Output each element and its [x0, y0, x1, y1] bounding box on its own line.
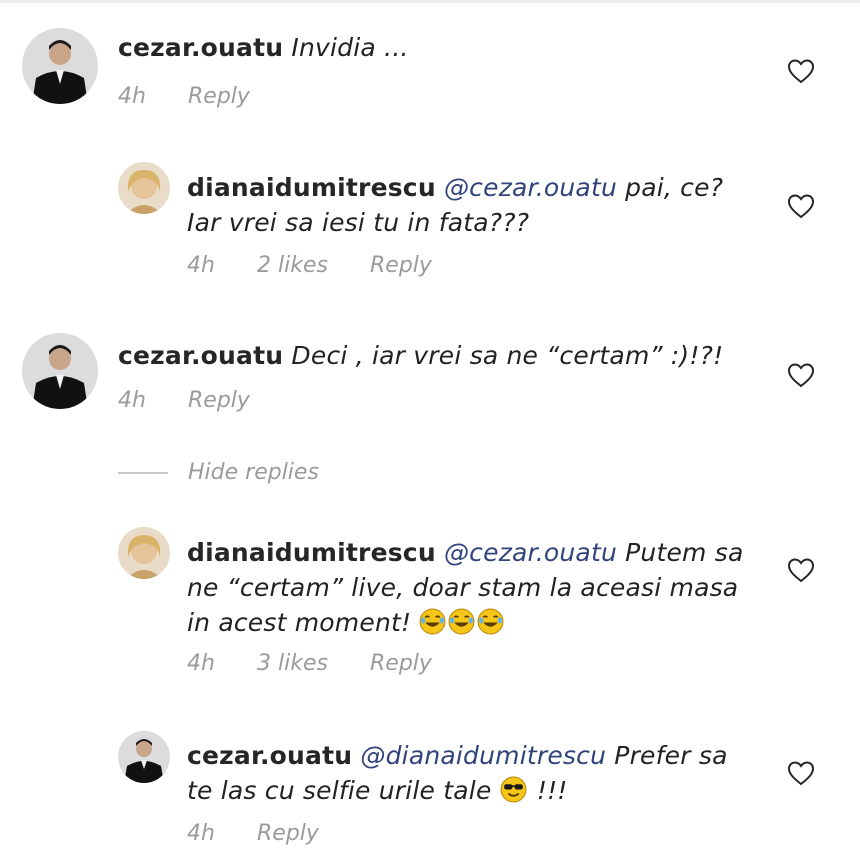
like-button[interactable] — [787, 58, 815, 84]
likes-count[interactable]: 3 likes — [257, 649, 328, 679]
comment-meta: 4h 2 likes Reply — [187, 251, 587, 281]
avatar-man-in-suit-image — [22, 333, 98, 409]
avatar[interactable] — [22, 28, 98, 104]
comment-body: Prefer sa — [614, 741, 728, 770]
comment-text: dianaidumitrescu @cezar.ouatu pai, ce? I… — [187, 170, 767, 240]
comment-time: 4h — [187, 651, 215, 676]
comment-username[interactable]: dianaidumitrescu — [187, 538, 436, 567]
mention-link[interactable]: @dianaidumitrescu — [360, 741, 606, 770]
comment-username[interactable]: cezar.ouatu — [118, 33, 283, 62]
avatar-man-in-suit-image — [22, 28, 98, 104]
comment-username[interactable]: cezar.ouatu — [187, 741, 352, 770]
comment-body: Putem sa — [625, 538, 744, 567]
like-button[interactable] — [787, 362, 815, 388]
comment-meta: 4h 3 likes Reply — [187, 649, 587, 679]
comment-meta: 4h Reply — [118, 82, 518, 112]
avatar[interactable] — [22, 333, 98, 409]
hide-replies-divider — [118, 472, 168, 474]
comment-time: 4h — [118, 84, 146, 109]
comment-text: cezar.ouatu Deci , iar vrei sa ne “certa… — [118, 338, 768, 373]
heart-outline-icon — [787, 558, 815, 583]
comment-text: cezar.ouatu @dianaidumitrescu Prefer sa … — [187, 738, 777, 808]
heart-outline-icon — [787, 761, 815, 786]
comment-body-suffix: !!! — [536, 776, 568, 805]
reply-button[interactable]: Reply — [188, 82, 250, 112]
avatar[interactable] — [118, 162, 170, 214]
sunglasses-emoji — [500, 776, 527, 803]
avatar-woman-image — [118, 162, 170, 214]
mention-link[interactable]: @cezar.ouatu — [444, 173, 617, 202]
like-button[interactable] — [787, 760, 815, 786]
hide-replies-button[interactable]: Hide replies — [118, 458, 378, 488]
comment-username[interactable]: cezar.ouatu — [118, 341, 283, 370]
likes-count[interactable]: 2 likes — [257, 251, 328, 281]
comment-body: Invidia ... — [291, 33, 409, 62]
comment-time: 4h — [187, 821, 215, 846]
comment-meta: 4h Reply — [187, 819, 587, 849]
heart-outline-icon — [787, 59, 815, 84]
avatar[interactable] — [118, 731, 170, 783]
tears-of-joy-emoji — [448, 608, 475, 635]
tears-of-joy-emoji — [419, 608, 446, 635]
reply-button[interactable]: Reply — [257, 819, 319, 849]
comment-time: 4h — [118, 388, 146, 413]
heart-outline-icon — [787, 194, 815, 219]
like-button[interactable] — [787, 557, 815, 583]
like-button[interactable] — [787, 193, 815, 219]
comment-body: Deci , iar vrei sa ne “certam” :)!?! — [291, 341, 724, 370]
hide-replies-label: Hide replies — [188, 460, 319, 485]
comment-body-line: te las cu selfie urile tale — [187, 776, 492, 805]
comment-username[interactable]: dianaidumitrescu — [187, 173, 436, 202]
tears-of-joy-emoji — [477, 608, 504, 635]
reply-button[interactable]: Reply — [370, 649, 432, 679]
reply-button[interactable]: Reply — [370, 251, 432, 281]
mention-link[interactable]: @cezar.ouatu — [444, 538, 617, 567]
comment-meta: 4h Reply — [118, 386, 518, 416]
heart-outline-icon — [787, 363, 815, 388]
comment-text: dianaidumitrescu @cezar.ouatu Putem sa n… — [187, 535, 777, 640]
comment-body-line: in acest moment! — [187, 608, 412, 637]
comment-body-line: ne “certam” live, doar stam la aceasi ma… — [187, 573, 739, 602]
comment-time: 4h — [187, 253, 215, 278]
comment-body: pai, ce? — [625, 173, 724, 202]
avatar-woman-image — [118, 527, 170, 579]
comment-body-line: Iar vrei sa iesi tu in fata??? — [187, 208, 530, 237]
comment-text: cezar.ouatu Invidia ... — [118, 30, 758, 65]
avatar[interactable] — [118, 527, 170, 579]
top-divider — [0, 0, 860, 3]
reply-button[interactable]: Reply — [188, 386, 250, 416]
avatar-man-in-suit-image — [118, 731, 170, 783]
